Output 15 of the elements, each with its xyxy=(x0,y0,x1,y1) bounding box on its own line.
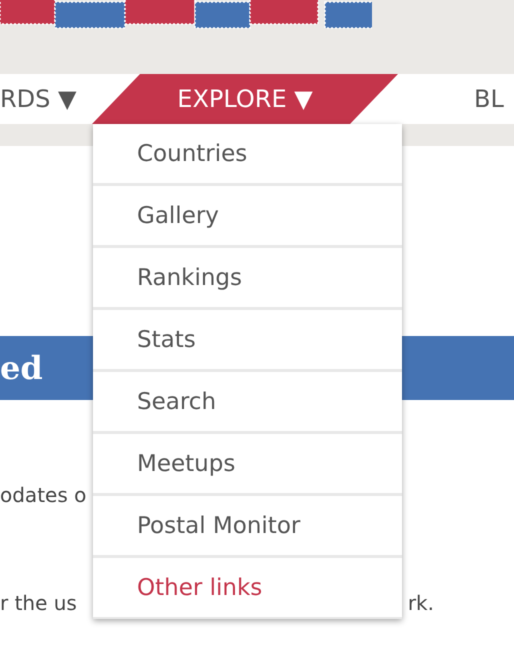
body-text: r the us xyxy=(0,591,77,615)
menu-item[interactable]: Postal Monitor xyxy=(93,496,402,555)
nav-tab[interactable]: RDS ▼ xyxy=(0,74,92,124)
menu-item[interactable]: Search xyxy=(93,372,402,431)
menu-item[interactable]: Stats xyxy=(93,310,402,369)
body-text: rk. xyxy=(408,591,434,615)
banner-title: ed xyxy=(0,349,43,387)
menu-item[interactable]: Other links xyxy=(93,558,402,617)
menu-item[interactable]: Countries xyxy=(93,124,402,183)
body-text: odates o xyxy=(0,483,86,507)
nav-tab[interactable]: EXPLORE ▼ xyxy=(92,74,398,124)
menu-item[interactable]: Gallery xyxy=(93,186,402,245)
menu-item[interactable]: Meetups xyxy=(93,434,402,493)
nav-tab[interactable]: BL xyxy=(474,74,514,124)
menu-item[interactable]: Rankings xyxy=(93,248,402,307)
